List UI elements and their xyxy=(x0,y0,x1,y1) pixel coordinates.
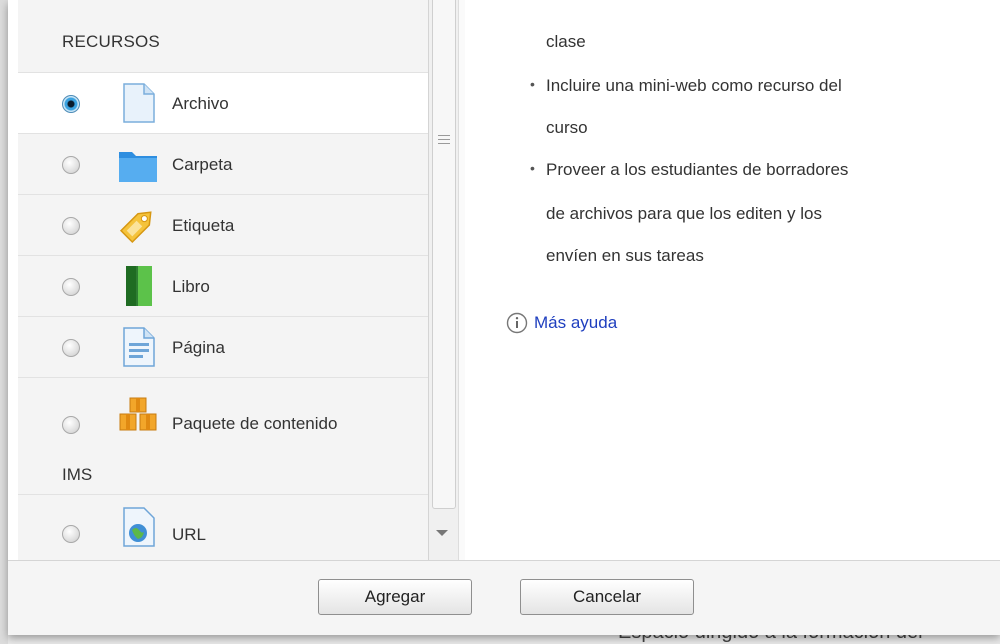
help-line: curso xyxy=(546,118,588,137)
item-label: Etiqueta xyxy=(172,216,235,235)
page-icon xyxy=(123,327,155,367)
grip-icon xyxy=(438,132,450,148)
resource-item-url[interactable]: URL xyxy=(18,494,428,560)
section-header-label: RECURSOS xyxy=(62,32,160,51)
radio-pagina[interactable] xyxy=(62,339,80,357)
pane-divider xyxy=(458,0,465,560)
help-bullet-line: • Proveer a los estudiantes de borradores xyxy=(530,160,849,179)
item-label-continuation: IMS xyxy=(62,465,93,484)
section-header-recursos: RECURSOS xyxy=(18,0,428,72)
resource-item-archivo[interactable]: Archivo xyxy=(18,72,428,134)
radio-paquete-ims[interactable] xyxy=(62,416,80,434)
help-pane: clase • Incluire una mini-web como recurs… xyxy=(474,0,994,560)
file-icon xyxy=(123,83,155,123)
content-package-icon xyxy=(119,397,157,431)
help-line: de archivos para que los editen y los xyxy=(546,204,822,223)
item-label: Carpeta xyxy=(172,155,233,174)
add-button[interactable]: Agregar xyxy=(318,579,472,615)
resource-item-paquete-ims[interactable]: Paquete de contenido IMS xyxy=(18,377,428,494)
folder-icon xyxy=(119,152,157,182)
list-scrollbar[interactable] xyxy=(428,0,459,560)
radio-etiqueta[interactable] xyxy=(62,217,80,235)
page-background-strip xyxy=(0,0,8,644)
help-line: clase xyxy=(546,32,586,51)
radio-archivo[interactable] xyxy=(62,95,80,113)
url-globe-icon xyxy=(123,507,155,547)
resource-item-libro[interactable]: Libro xyxy=(18,255,428,317)
item-label: URL xyxy=(172,525,207,544)
item-label: Archivo xyxy=(172,94,229,113)
radio-libro[interactable] xyxy=(62,278,80,296)
activity-chooser-dialog: RECURSOS Archivo Carpeta Etiqueta Libro … xyxy=(8,0,1000,635)
item-label: Libro xyxy=(172,277,210,296)
more-help-link[interactable]: Más ayuda xyxy=(534,313,617,333)
radio-url[interactable] xyxy=(62,525,80,543)
bullet-icon: • xyxy=(530,76,535,92)
resource-item-pagina[interactable]: Página xyxy=(18,316,428,378)
item-label: Página xyxy=(172,338,225,357)
scrollbar-thumb[interactable] xyxy=(432,0,456,509)
radio-carpeta[interactable] xyxy=(62,156,80,174)
cancel-button[interactable]: Cancelar xyxy=(520,579,694,615)
dialog-footer: Agregar Cancelar xyxy=(8,560,1000,635)
resource-list: RECURSOS Archivo Carpeta Etiqueta Libro … xyxy=(18,0,428,560)
help-bullet-line: • Incluire una mini-web como recurso del xyxy=(530,76,842,95)
resource-item-etiqueta[interactable]: Etiqueta xyxy=(18,194,428,256)
resource-item-carpeta[interactable]: Carpeta xyxy=(18,133,428,195)
book-icon xyxy=(126,266,152,306)
bullet-icon: • xyxy=(530,160,535,176)
info-icon xyxy=(506,312,528,334)
label-tag-icon xyxy=(119,211,152,244)
help-line: envíen en sus tareas xyxy=(546,246,704,265)
item-label: Paquete de contenido xyxy=(172,414,338,433)
scroll-down-arrow-icon[interactable] xyxy=(436,530,448,536)
